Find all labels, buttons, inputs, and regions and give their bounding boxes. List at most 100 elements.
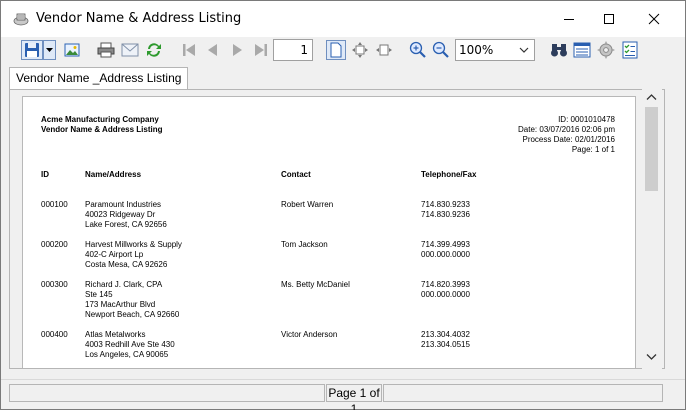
row-id: 000300: [41, 280, 68, 289]
close-button[interactable]: [631, 1, 677, 37]
checklist-icon: [622, 41, 638, 59]
row-fax: 000.000.0000: [421, 290, 470, 299]
row-telephone: 714.399.4993: [421, 240, 470, 249]
envelope-icon: [121, 43, 139, 57]
zoom-out-button[interactable]: [431, 40, 451, 60]
zoom-select[interactable]: 100%: [455, 39, 535, 61]
last-page-button[interactable]: [251, 40, 271, 60]
row-address-line: 40023 Ridgeway Dr: [85, 210, 156, 219]
report-viewport[interactable]: Acme Manufacturing Company Vendor Name &…: [9, 89, 665, 369]
scrollbar-thumb[interactable]: [645, 107, 658, 191]
last-page-icon: [255, 44, 267, 56]
row-address-line: 4003 Redhill Ave Ste 430: [85, 340, 175, 349]
parameters-button[interactable]: [620, 40, 640, 60]
column-header-contact: Contact: [281, 170, 311, 179]
column-header-name-address: Name/Address: [85, 170, 142, 179]
report-viewer-window: Vendor Name & Address Listing 1 100% Ven…: [0, 0, 686, 410]
report-page-number: Page: 1 of 1: [571, 145, 615, 154]
row-fax: 714.830.9236: [421, 210, 470, 219]
zoom-value: 100%: [459, 43, 494, 57]
fit-width-icon: [376, 44, 392, 56]
tab-bar: Vendor Name _Address Listing: [1, 65, 685, 89]
printer-icon: [97, 42, 115, 58]
vertical-scrollbar[interactable]: [642, 89, 662, 369]
gear-icon: [597, 41, 615, 59]
row-address-line: 173 MacArthur Blvd: [85, 300, 156, 309]
row-id: 000100: [41, 200, 68, 209]
row-address-line: Lake Forest, CA 92656: [85, 220, 167, 229]
row-address-line: Newport Beach, CA 92660: [85, 310, 180, 319]
status-panel-left: [9, 384, 325, 402]
row-address-line: Costa Mesa, CA 92626: [85, 260, 168, 269]
row-contact: Victor Anderson: [281, 330, 338, 339]
row-id: 000200: [41, 240, 68, 249]
save-button[interactable]: [21, 40, 43, 60]
row-telephone: 213.304.4032: [421, 330, 470, 339]
row-address-line: 402-C Airport Lp: [85, 250, 144, 259]
print-button[interactable]: [96, 40, 116, 60]
scroll-down-icon[interactable]: [646, 353, 657, 361]
settings-button[interactable]: [596, 40, 616, 60]
row-contact: Tom Jackson: [281, 240, 328, 249]
row-id: 000400: [41, 330, 68, 339]
refresh-icon: [147, 43, 161, 57]
save-dropdown-button[interactable]: [43, 40, 56, 60]
report-page: Acme Manufacturing Company Vendor Name &…: [22, 96, 636, 368]
single-page-view-button[interactable]: [326, 40, 346, 60]
find-button[interactable]: [549, 40, 569, 60]
row-telephone: 714.820.3993: [421, 280, 470, 289]
column-header-id: ID: [41, 170, 49, 179]
tab-vendor-listing[interactable]: Vendor Name _Address Listing: [9, 67, 189, 89]
previous-page-icon: [208, 44, 217, 56]
maximize-icon: [604, 14, 614, 24]
fit-page-button[interactable]: [350, 40, 370, 60]
row-contact: Ms. Betty McDaniel: [281, 280, 350, 289]
page-setup-icon: [573, 42, 591, 58]
page-number-input[interactable]: 1: [273, 39, 313, 61]
report-process-date: Process Date: 02/01/2016: [522, 135, 615, 144]
zoom-in-icon: [409, 41, 426, 58]
status-bar: Page 1 of 1: [1, 379, 685, 410]
row-name: Harvest Millworks & Supply: [85, 240, 182, 249]
report-id: ID: 0001010478: [558, 115, 615, 124]
first-page-button[interactable]: [179, 40, 199, 60]
fit-width-button[interactable]: [374, 40, 394, 60]
chevron-down-icon: [519, 47, 529, 53]
picture-icon: [64, 43, 80, 57]
row-name: Richard J. Clark, CPA: [85, 280, 163, 289]
binoculars-icon: [551, 44, 567, 57]
scroll-up-icon[interactable]: [646, 93, 657, 101]
page-setup-button[interactable]: [572, 40, 592, 60]
zoom-in-button[interactable]: [408, 40, 428, 60]
maximize-button[interactable]: [586, 1, 632, 37]
title-bar: Vendor Name & Address Listing: [1, 1, 685, 37]
report-company: Acme Manufacturing Company: [41, 115, 159, 124]
status-panel-right: [383, 384, 663, 402]
row-fax: 000.000.0000: [421, 250, 470, 259]
first-page-icon: [183, 44, 195, 56]
row-telephone: 714.830.9233: [421, 200, 470, 209]
row-name: Paramount Industries: [85, 200, 162, 209]
report-date: Date: 03/07/2016 02:06 pm: [518, 125, 615, 134]
next-page-button[interactable]: [227, 40, 247, 60]
page-icon: [330, 42, 342, 58]
floppy-disk-icon: [25, 43, 39, 57]
close-icon: [648, 13, 660, 25]
app-icon: [13, 13, 29, 26]
report-title: Vendor Name & Address Listing: [41, 125, 163, 134]
column-header-telephone-fax: Telephone/Fax: [421, 170, 477, 179]
status-page-indicator: Page 1 of 1: [326, 384, 382, 410]
row-fax: 213.304.0515: [421, 340, 470, 349]
window-title: Vendor Name & Address Listing: [36, 11, 242, 26]
export-image-button[interactable]: [62, 40, 82, 60]
row-name: Atlas Metalworks: [85, 330, 146, 339]
fit-page-icon: [352, 42, 368, 58]
next-page-icon: [233, 44, 242, 56]
previous-page-button[interactable]: [203, 40, 223, 60]
refresh-button[interactable]: [144, 40, 164, 60]
row-contact: Robert Warren: [281, 200, 334, 209]
email-button[interactable]: [120, 40, 140, 60]
row-address-line: Los Angeles, CA 90065: [85, 350, 169, 359]
toolbar: 1 100%: [1, 37, 685, 65]
row-address-line: Ste 145: [85, 290, 113, 299]
